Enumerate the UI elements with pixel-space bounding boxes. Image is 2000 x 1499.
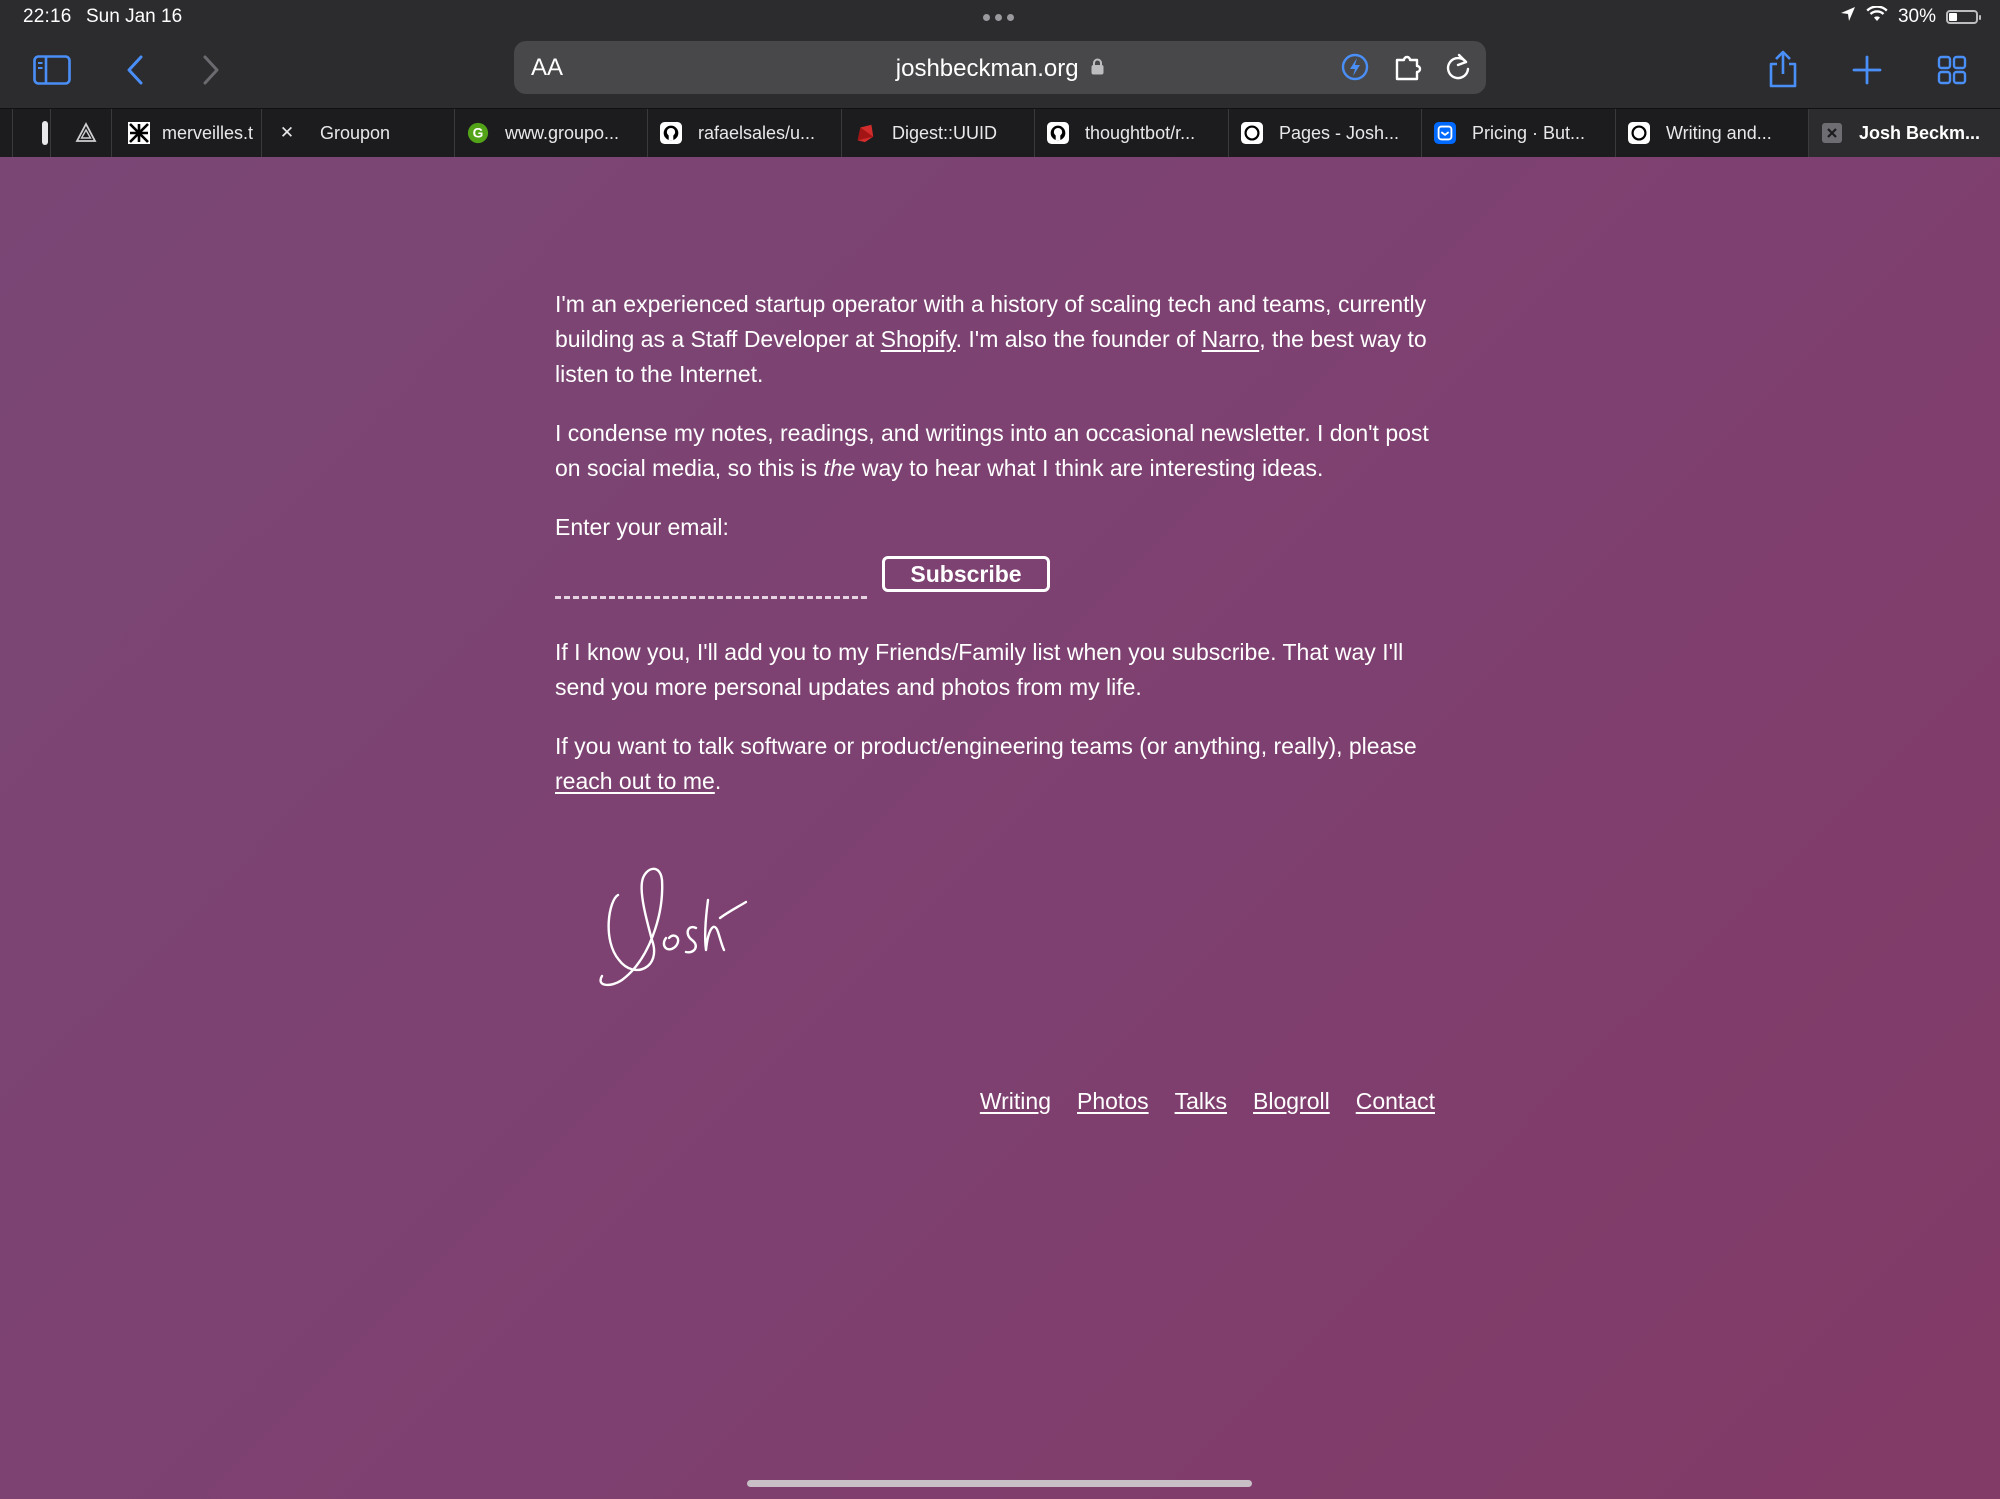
status-time: 22:16: [23, 6, 72, 27]
talks-link[interactable]: Talks: [1175, 1088, 1227, 1115]
contact-text-2: .: [714, 768, 722, 794]
newsletter-emphasis: the: [823, 455, 856, 481]
share-icon[interactable]: [1766, 46, 1800, 92]
tab-pinned[interactable]: [12, 109, 50, 158]
contact-text: If you want to talk software or product/…: [555, 733, 1417, 759]
writing-link[interactable]: Writing: [980, 1088, 1051, 1115]
tab-label: Pricing · But...: [1472, 123, 1586, 143]
status-indicators: 30%: [1840, 5, 1981, 28]
signature: [584, 840, 754, 995]
tab-item[interactable]: merveilles.t: [111, 109, 261, 158]
tab-label: thoughtbot/r...: [1085, 123, 1196, 143]
contact-paragraph: If you want to talk software or product/…: [555, 729, 1435, 799]
new-tab-icon[interactable]: [1850, 50, 1884, 90]
tab-overview-icon[interactable]: [1935, 50, 1969, 90]
privacy-icon[interactable]: [1340, 52, 1370, 87]
ruby-favicon-icon: [854, 122, 876, 144]
tab-item[interactable]: Writing and...: [1615, 109, 1808, 158]
blogroll-link[interactable]: Blogroll: [1253, 1088, 1330, 1115]
friends-paragraph: If I know you, I'll add you to my Friend…: [555, 639, 1404, 700]
sidebar-icon[interactable]: [30, 50, 74, 90]
github-favicon-icon: [660, 122, 682, 144]
subscribe-button[interactable]: Subscribe: [882, 556, 1050, 592]
status-date: Sun Jan 16: [86, 6, 183, 27]
buttondown-favicon-icon: [1434, 122, 1456, 144]
tab-label: Digest::UUID: [892, 123, 998, 143]
narro-link[interactable]: Narro: [1202, 326, 1260, 352]
page-content: I'm an experienced startup operator with…: [555, 287, 1435, 823]
extension-icon[interactable]: [1394, 52, 1426, 87]
tab-item[interactable]: Pricing · But...: [1421, 109, 1615, 158]
newsletter-paragraph: I condense my notes, readings, and writi…: [555, 416, 1435, 486]
lock-icon: [1091, 54, 1104, 82]
url-text: joshbeckman.org: [895, 55, 1079, 82]
tab-item[interactable]: ✕ Groupon: [261, 109, 454, 158]
tab-label: www.groupo...: [505, 123, 620, 143]
battery-icon: [1946, 10, 1981, 24]
contact-link[interactable]: Contact: [1356, 1088, 1435, 1115]
reload-icon[interactable]: [1444, 52, 1472, 87]
tab-item[interactable]: thoughtbot/r...: [1034, 109, 1228, 158]
forward-icon[interactable]: [196, 50, 226, 90]
svg-text:G: G: [473, 126, 484, 141]
tab-item[interactable]: G www.groupo...: [454, 109, 647, 158]
tab-bar: merveilles.t ✕ Groupon G www.groupo... r…: [0, 108, 2000, 158]
wifi-icon: [1866, 5, 1888, 28]
address-bar[interactable]: AA joshbeckman.org: [514, 41, 1486, 94]
location-icon: [1840, 6, 1856, 28]
status-bar: 22:16 Sun Jan 16 30%: [0, 0, 2000, 36]
shopify-link[interactable]: Shopify: [881, 326, 956, 352]
close-icon[interactable]: [1821, 122, 1843, 144]
tab-label: rafaelsales/u...: [698, 123, 816, 143]
email-label: Enter your email:: [555, 514, 729, 540]
home-indicator[interactable]: [747, 1480, 1252, 1487]
tab-item[interactable]: rafaelsales/u...: [647, 109, 841, 158]
tab-label: merveilles.t: [162, 123, 254, 143]
multitasking-dots-icon[interactable]: [983, 14, 1014, 21]
battery-percent: 30%: [1897, 6, 1936, 27]
close-icon[interactable]: ✕: [276, 122, 298, 144]
tab-label: Pages - Josh...: [1279, 123, 1400, 143]
photos-link[interactable]: Photos: [1077, 1088, 1149, 1115]
triangle-favicon-icon: [75, 122, 97, 144]
reach-out-link[interactable]: reach out to me: [555, 768, 715, 794]
footer-nav: Writing Photos Talks Blogroll Contact: [980, 1088, 1435, 1115]
subscribe-form: Subscribe: [555, 555, 1435, 607]
email-field[interactable]: [555, 557, 867, 599]
tab-label: Groupon: [320, 123, 391, 143]
groupon-favicon-icon: G: [467, 122, 489, 144]
tab-item-active[interactable]: Josh Beckm...: [1808, 109, 2000, 158]
tab-label: Writing and...: [1666, 123, 1772, 143]
tab-item[interactable]: Pages - Josh...: [1228, 109, 1421, 158]
pinned-tab-icon: [42, 121, 48, 145]
back-icon[interactable]: [120, 50, 150, 90]
newsletter-text-2: way to hear what I think are interesting…: [855, 455, 1324, 481]
circle-favicon-icon: [1241, 122, 1263, 144]
browser-toolbar: AA joshbeckman.org: [0, 36, 2000, 108]
intro-paragraph: I'm an experienced startup operator with…: [555, 287, 1435, 392]
tab-pinned-2[interactable]: [50, 109, 111, 158]
intro-text-2: . I'm also the founder of: [955, 326, 1202, 352]
github-favicon-icon: [1047, 122, 1069, 144]
circle-favicon-icon: [1628, 122, 1650, 144]
tab-label: Josh Beckm...: [1859, 123, 1981, 143]
merveilles-favicon-icon: [128, 122, 150, 144]
tab-item[interactable]: Digest::UUID: [841, 109, 1034, 158]
